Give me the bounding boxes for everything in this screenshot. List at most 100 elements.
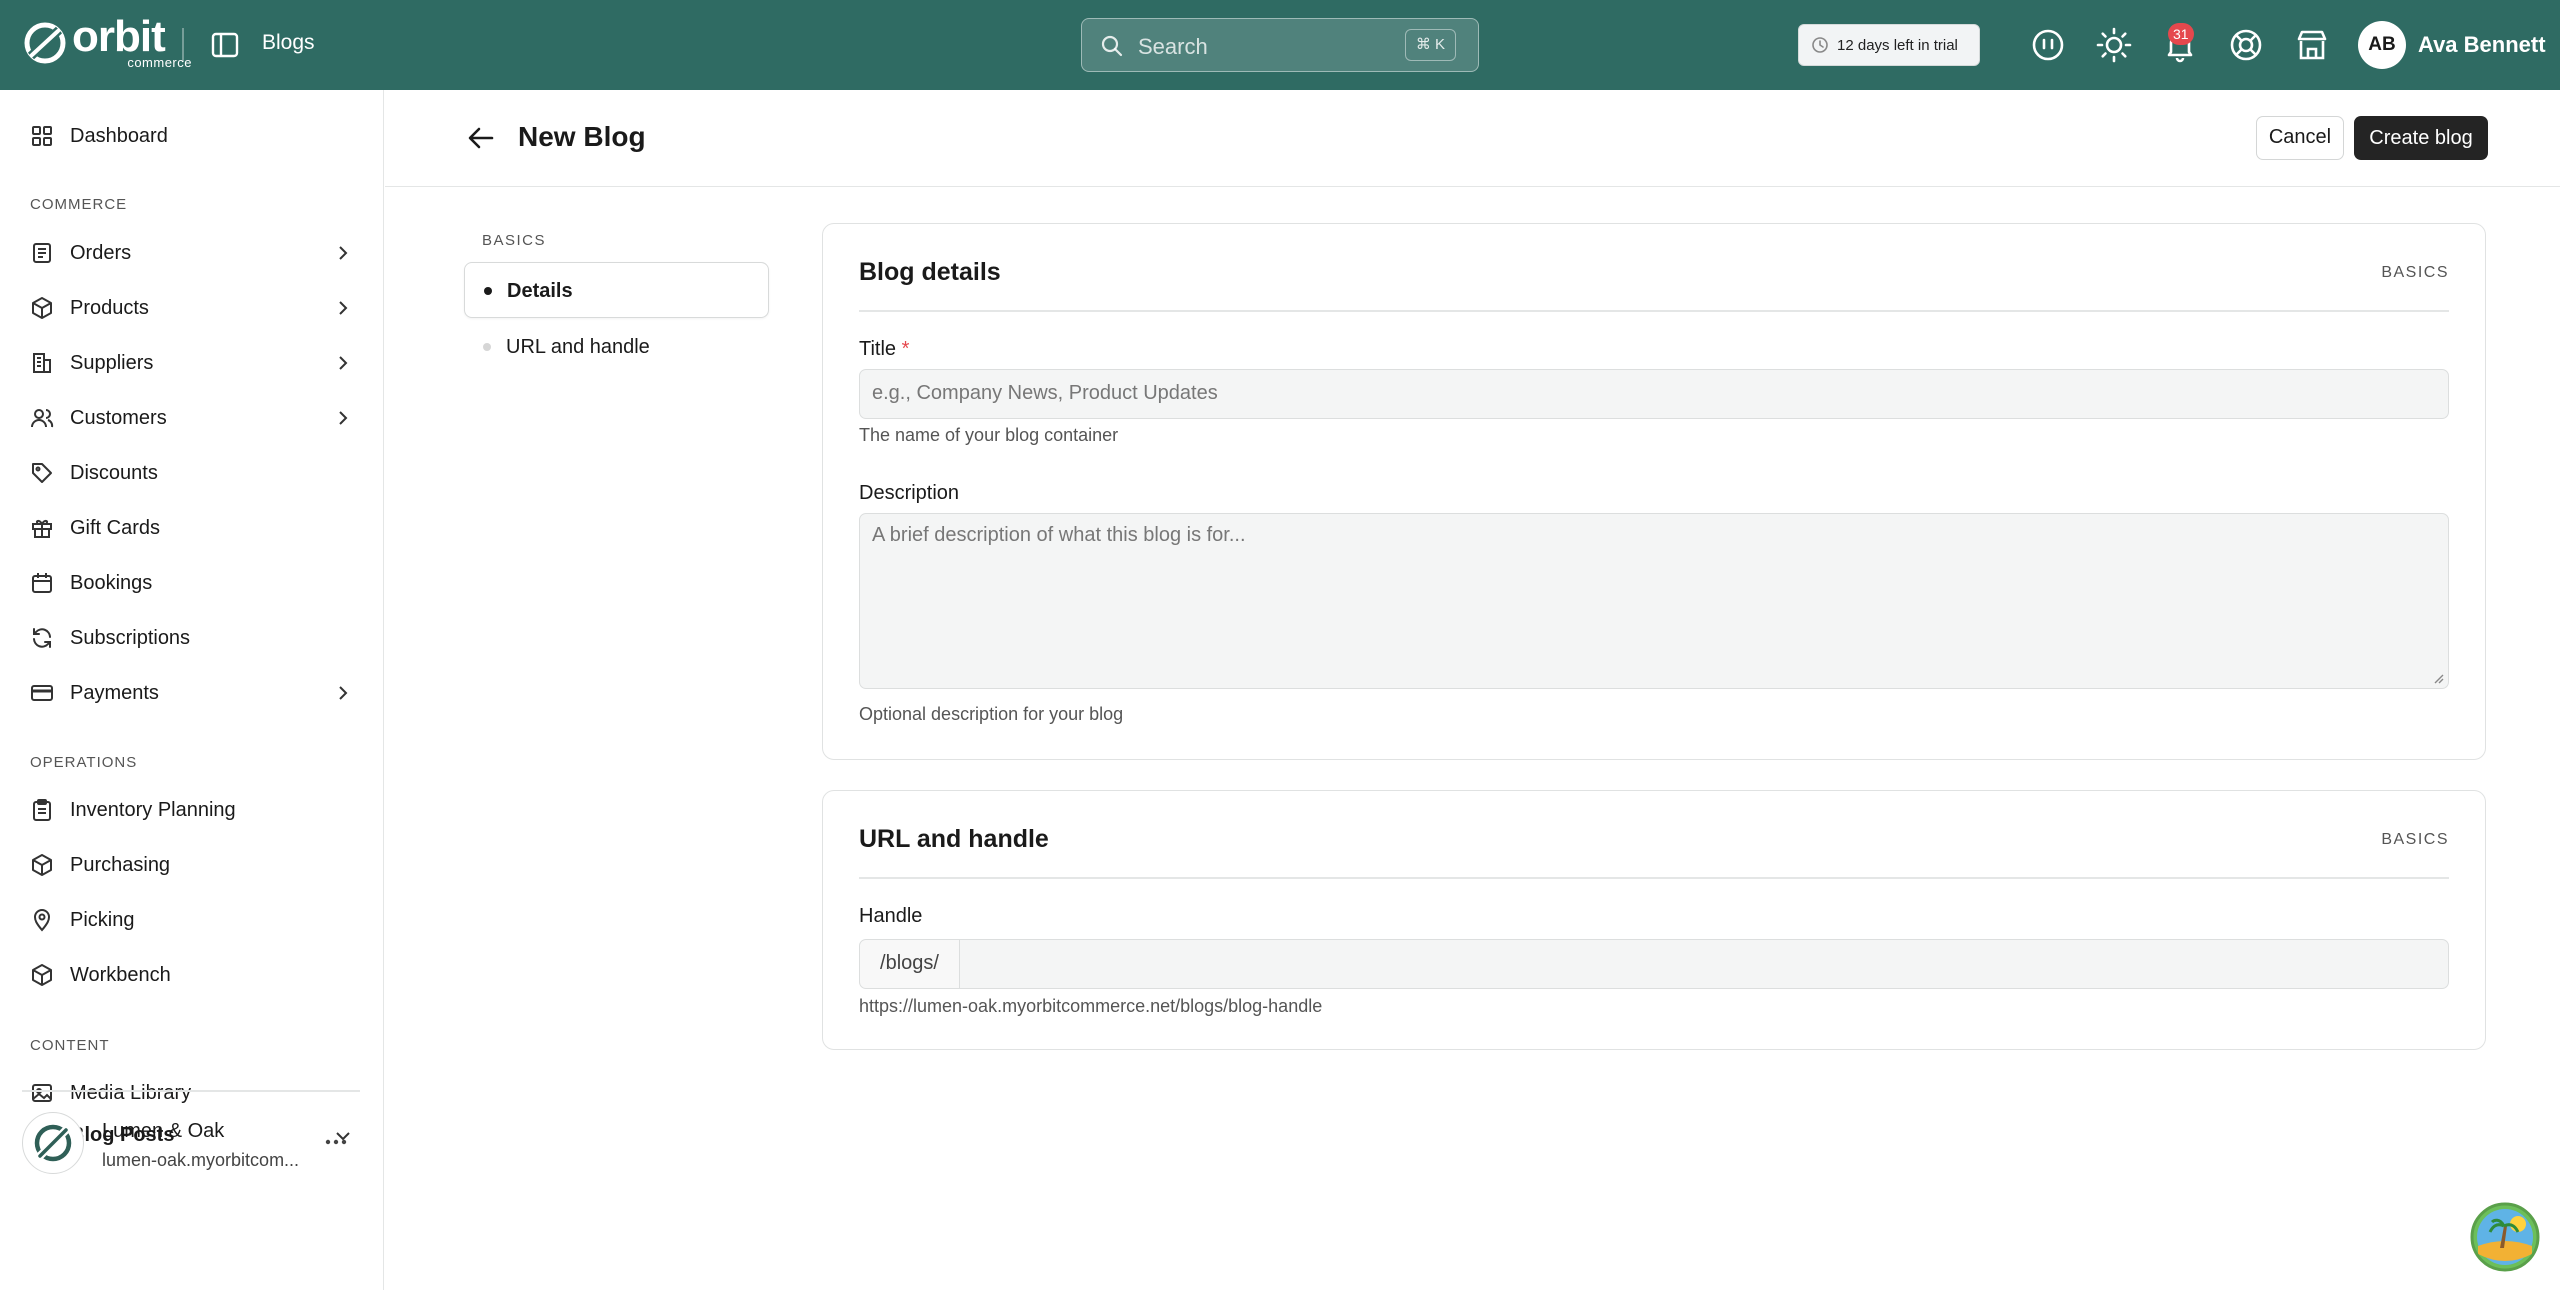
title-help: The name of your blog container [859, 425, 1119, 445]
blog-details-card: Blog details BASICS Title * e.g., Compan… [822, 223, 2486, 760]
sidebar-toggle-icon[interactable] [210, 30, 240, 60]
toc-dot [484, 287, 492, 295]
toc-label: Details [507, 280, 573, 302]
sidebar-item-payments[interactable]: Payments [0, 668, 384, 718]
store-avatar[interactable] [22, 1112, 84, 1174]
notification-badge: 31 [2168, 23, 2194, 45]
sidebar-item-gift-cards[interactable]: Gift Cards [0, 503, 384, 553]
sidebar-item-purchasing[interactable]: Purchasing [0, 840, 384, 890]
sidebar-item-label: Discounts [70, 461, 158, 484]
sidebar-item-label: Gift Cards [70, 516, 161, 539]
description-placeholder: A brief description of what this blog is… [872, 524, 1246, 546]
image-icon [32, 1084, 52, 1102]
title-input[interactable]: e.g., Company News, Product Updates [859, 369, 2449, 419]
refresh-icon [33, 628, 51, 648]
chevron-right-icon [339, 411, 348, 425]
sidebar-item-label: Subscriptions [70, 626, 191, 649]
box-icon [32, 964, 52, 986]
sidebar-item-label: Workbench [70, 963, 171, 986]
sidebar-item-label: Picking [70, 908, 135, 931]
sidebar-item-discounts[interactable]: Discounts [0, 448, 384, 498]
back-arrow-icon[interactable] [466, 124, 496, 152]
orders-icon [33, 243, 51, 263]
help-icon[interactable] [2228, 27, 2264, 63]
sidebar-item-products[interactable]: Products [0, 283, 384, 333]
title-label: Title * [859, 338, 910, 360]
box-icon [32, 297, 52, 319]
toc-dot [483, 343, 491, 351]
sidebar-item-orders[interactable]: Orders [0, 228, 384, 278]
search-placeholder: Search [1138, 34, 1208, 59]
handle-input[interactable] [959, 939, 2449, 989]
trial-badge[interactable]: 12 days left in trial [1798, 24, 1980, 66]
building-icon [33, 353, 51, 373]
description-textarea[interactable]: A brief description of what this blog is… [859, 513, 2449, 689]
url-handle-card: URL and handle BASICS Handle /blogs/ htt… [822, 790, 2486, 1050]
sidebar-item-label: Orders [70, 241, 132, 264]
sidebar-item-customers[interactable]: Customers [0, 393, 384, 443]
trial-text: 12 days left in trial [1837, 36, 1958, 54]
toc-section-label: BASICS [482, 232, 547, 249]
sidebar-item-label: Purchasing [70, 853, 171, 876]
store-logo-icon [34, 1124, 72, 1162]
more-icon[interactable] [322, 1130, 350, 1154]
pin-icon [33, 909, 51, 932]
toc-item-details[interactable]: Details [464, 262, 769, 318]
tag-icon [32, 463, 52, 483]
resize-handle-icon[interactable] [2432, 672, 2444, 684]
orbit-logo[interactable]: orbit commerce [22, 12, 192, 70]
handle-label: Handle [859, 905, 923, 927]
handle-url-preview: https://lumen-oak.myorbitcommerce.net/bl… [859, 996, 1323, 1016]
card-tag: BASICS [2381, 264, 2449, 281]
calendar-icon [32, 573, 52, 593]
sidebar-item-suppliers[interactable]: Suppliers [0, 338, 384, 388]
store-name[interactable]: Lumen & Oak [102, 1120, 224, 1143]
search-icon [1101, 35, 1123, 57]
breadcrumb[interactable]: Blogs [262, 31, 315, 55]
sun-icon[interactable] [2096, 27, 2132, 63]
clipboard-icon [33, 799, 51, 821]
feedback-icon[interactable] [2030, 27, 2066, 63]
topbar-divider [182, 28, 184, 62]
card-divider [859, 877, 2449, 879]
users-icon [31, 409, 54, 428]
gift-icon [32, 520, 52, 538]
sidebar-item-dashboard[interactable]: Dashboard [0, 111, 384, 161]
toc-item-url-handle[interactable]: URL and handle [464, 319, 769, 375]
card-tag: BASICS [2381, 831, 2449, 848]
assistant-fab-icon[interactable] [2470, 1202, 2540, 1272]
sidebar-item-label: Suppliers [70, 351, 154, 374]
card-title: URL and handle [859, 825, 1049, 853]
sidebar-item-label: Bookings [70, 571, 153, 594]
sidebar-item-label: Customers [70, 406, 167, 429]
top-bar: orbit commerce Blogs Search ⌘ K 12 days … [0, 0, 2560, 90]
sidebar-item-bookings[interactable]: Bookings [0, 558, 384, 608]
card-title: Blog details [859, 258, 1001, 286]
chevron-right-icon [339, 356, 348, 370]
chevron-right-icon [339, 246, 348, 260]
page-title: New Blog [518, 121, 646, 152]
sidebar-item-media-library[interactable]: Media Library [0, 1068, 384, 1118]
sidebar-item-label: Payments [70, 681, 159, 704]
sidebar-divider [22, 1090, 360, 1092]
store-icon[interactable] [2294, 27, 2330, 63]
title-placeholder: e.g., Company News, Product Updates [872, 382, 1218, 404]
sidebar-item-label: Inventory Planning [70, 798, 236, 821]
sidebar-item-inventory-planning[interactable]: Inventory Planning [0, 785, 384, 835]
description-help: Optional description for your blog [859, 704, 1124, 724]
page-header [385, 90, 2560, 187]
cancel-button[interactable]: Cancel [2256, 116, 2344, 160]
dashboard-icon [32, 126, 52, 146]
sidebar-item-subscriptions[interactable]: Subscriptions [0, 613, 384, 663]
user-name[interactable]: Ava Bennett [2418, 32, 2546, 58]
create-blog-button[interactable]: Create blog [2354, 116, 2488, 160]
card-divider [859, 310, 2449, 312]
avatar[interactable]: AB [2358, 21, 2406, 69]
search-input[interactable]: Search ⌘ K [1081, 18, 1479, 72]
section-label-content: CONTENT [30, 1037, 110, 1054]
sidebar-item-workbench[interactable]: Workbench [0, 950, 384, 1000]
search-shortcut: ⌘ K [1404, 29, 1456, 61]
required-marker: * [901, 338, 910, 360]
sidebar-item-picking[interactable]: Picking [0, 895, 384, 945]
card-icon [31, 685, 53, 701]
